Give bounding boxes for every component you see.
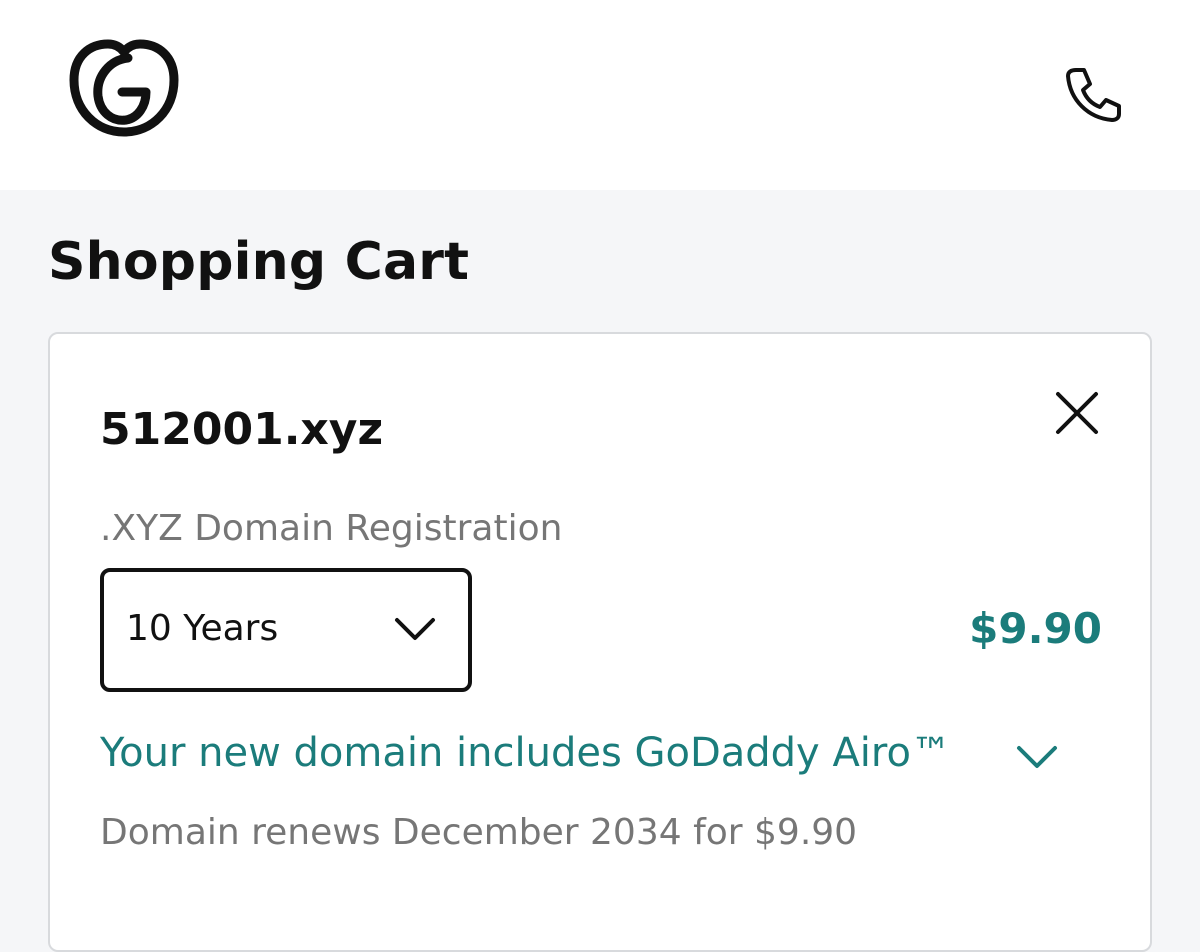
renewal-notice: Domain renews December 2034 for $9.90 (100, 812, 858, 853)
chevron-down-icon[interactable] (1016, 744, 1058, 772)
airo-toggle-link[interactable]: Your new domain includes GoDaddy Airo™ (100, 730, 951, 776)
item-price: $9.90 (969, 604, 1102, 653)
close-icon[interactable] (1048, 384, 1106, 442)
product-label: .XYZ Domain Registration (100, 508, 563, 549)
term-select[interactable]: 10 Years (100, 568, 472, 692)
page-title: Shopping Cart (48, 232, 470, 292)
godaddy-logo-icon[interactable] (66, 36, 182, 140)
chevron-down-icon (395, 618, 435, 640)
term-selected-value: 10 Years (126, 608, 279, 649)
site-header (0, 0, 1200, 190)
domain-name: 512001.xyz (100, 404, 384, 455)
phone-icon[interactable] (1062, 64, 1124, 124)
cart-item-card: 512001.xyz .XYZ Domain Registration 10 Y… (48, 332, 1152, 952)
